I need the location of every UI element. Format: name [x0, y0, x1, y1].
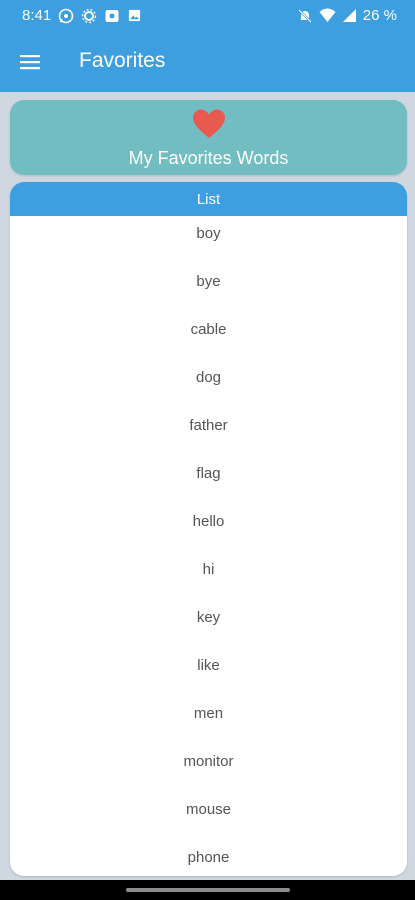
- list-item[interactable]: cable: [10, 312, 407, 360]
- heart-icon: [193, 109, 225, 138]
- list-item[interactable]: dog: [10, 360, 407, 408]
- signal-icon: [341, 7, 358, 24]
- list-item[interactable]: flag: [10, 456, 407, 504]
- menu-icon: [20, 55, 40, 70]
- settings-icon: [80, 7, 97, 24]
- mute-icon: [297, 7, 314, 24]
- menu-button[interactable]: [18, 50, 44, 74]
- wifi-icon: [319, 7, 336, 24]
- navigation-bar: [0, 880, 415, 900]
- home-indicator[interactable]: [126, 888, 290, 892]
- list-item[interactable]: phone: [10, 840, 407, 876]
- app-bar: Favorites: [0, 32, 415, 92]
- status-right-group: 26 %: [297, 7, 397, 24]
- favorites-header-card: My Favorites Words: [10, 100, 407, 175]
- list-item[interactable]: bye: [10, 264, 407, 312]
- word-list: boy bye cable dog father flag hello hi key like me…: [10, 216, 407, 876]
- screen-record-icon: [103, 7, 120, 24]
- list-header: List: [10, 182, 407, 216]
- list-item[interactable]: like: [10, 648, 407, 696]
- list-item[interactable]: men: [10, 696, 407, 744]
- word-list-card: List boy bye cable dog father flag hello hi key l…: [10, 182, 407, 876]
- status-bar: 8:41 26 %: [0, 0, 415, 32]
- status-time: 8:41: [22, 7, 52, 24]
- list-item[interactable]: father: [10, 408, 407, 456]
- whatsapp-icon: [57, 7, 74, 24]
- status-left-group: 8:41: [22, 7, 143, 24]
- list-item[interactable]: monitor: [10, 744, 407, 792]
- list-item[interactable]: boy: [10, 216, 407, 264]
- image-icon: [126, 7, 143, 24]
- list-item[interactable]: key: [10, 600, 407, 648]
- page-title: Favorites: [79, 49, 166, 72]
- list-item[interactable]: hello: [10, 504, 407, 552]
- list-item[interactable]: mouse: [10, 792, 407, 840]
- battery-percent: 26 %: [362, 7, 397, 24]
- list-item[interactable]: hi: [10, 552, 407, 600]
- favorites-title: My Favorites Words: [128, 148, 289, 168]
